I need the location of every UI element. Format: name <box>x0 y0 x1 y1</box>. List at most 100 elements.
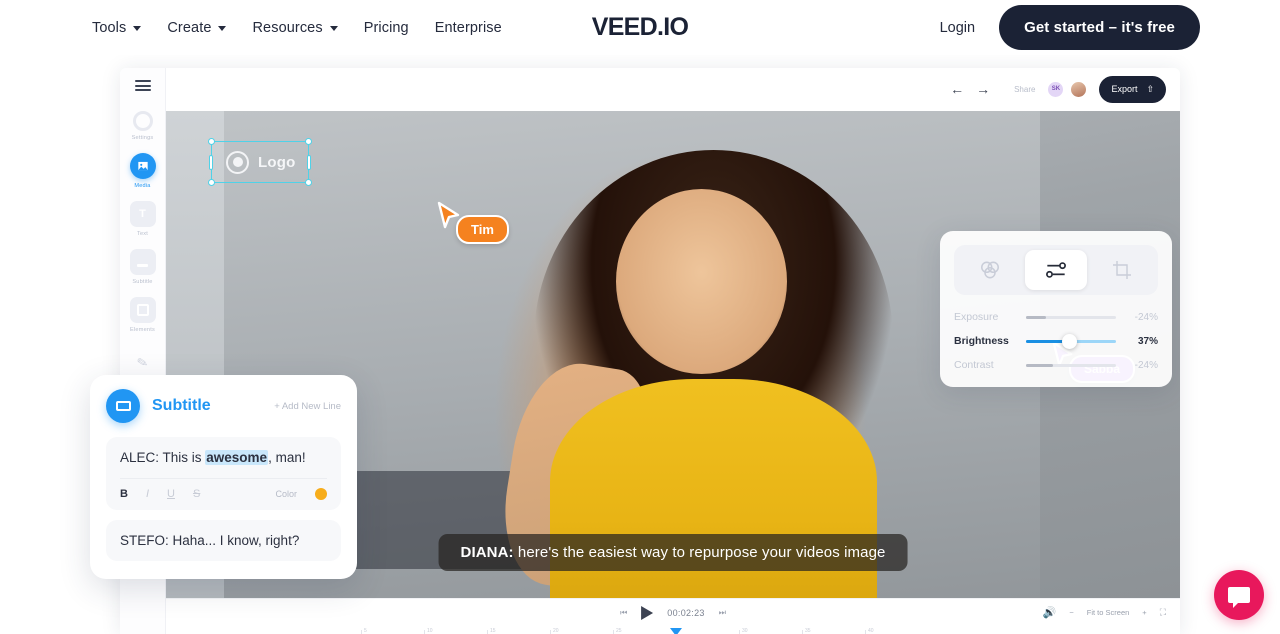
nav-label: Tools <box>92 19 127 36</box>
zoom-out-button[interactable]: − <box>1069 608 1073 617</box>
color-label: Color <box>275 489 297 499</box>
nav-item-create[interactable]: Create <box>167 19 227 36</box>
get-started-button[interactable]: Get started – it's free <box>999 5 1200 50</box>
login-link[interactable]: Login <box>940 20 975 36</box>
skip-forward-icon[interactable]: ⏭ <box>719 608 726 618</box>
sidebar-item-label: Text <box>136 231 149 237</box>
color-swatch[interactable] <box>315 488 327 500</box>
chevron-down-icon <box>218 26 227 31</box>
subtitle-line-card[interactable]: STEFO: Haha... I know, right? <box>106 520 341 561</box>
adjust-row-exposure[interactable]: Exposure -24% <box>954 311 1158 323</box>
sidebar-item-media[interactable]: Media <box>121 153 165 189</box>
sidebar-item-label: Subtitle <box>132 279 153 285</box>
contrast-slider[interactable] <box>1026 363 1116 367</box>
exposure-slider[interactable] <box>1026 315 1116 319</box>
tab-adjust[interactable] <box>1025 250 1087 290</box>
chevron-down-icon <box>329 26 338 31</box>
sidebar-item-subtitle[interactable]: Subtitle <box>121 249 165 285</box>
tab-crop[interactable] <box>1091 250 1153 290</box>
resize-handle[interactable] <box>307 154 311 170</box>
nav-item-resources[interactable]: Resources <box>252 19 338 36</box>
brightness-slider[interactable] <box>1026 333 1116 349</box>
nav-label: Pricing <box>363 19 409 36</box>
veed-logo[interactable]: VEED.IO <box>592 13 689 42</box>
adjust-label: Contrast <box>954 359 994 371</box>
sidebar-item-label: Settings <box>131 135 154 141</box>
sidebar-item-label: Media <box>134 183 151 189</box>
subtitle-editor-panel: Subtitle + Add New Line ALEC: This is aw… <box>90 375 357 579</box>
gear-icon <box>132 111 153 131</box>
resize-handle[interactable] <box>209 154 213 170</box>
slider-knob[interactable] <box>1061 333 1077 349</box>
nav-item-enterprise[interactable]: Enterprise <box>435 20 502 36</box>
underline-button[interactable]: U <box>167 488 175 500</box>
player-transport: ⏮ 00:02:23 ⏭ <box>620 605 726 620</box>
collaborator-name: Tim <box>456 215 509 244</box>
adjust-row-contrast[interactable]: Contrast -24% <box>954 359 1158 371</box>
timeline-ruler[interactable]: 5 10 15 20 25 30 35 40 <box>166 626 1180 634</box>
skip-back-icon[interactable]: ⏮ <box>620 608 627 618</box>
italic-button[interactable]: I <box>146 488 149 500</box>
sliders-adjust-icon <box>1046 262 1066 278</box>
export-button[interactable]: Export ⇧ <box>1099 75 1166 103</box>
sidebar-item-text[interactable]: T Text <box>121 201 165 237</box>
volume-icon[interactable]: 🔊 <box>1043 606 1057 619</box>
subtitle-panel-title: Subtitle <box>152 397 211 414</box>
adjust-row-brightness[interactable]: Brightness 37% <box>954 333 1158 349</box>
pencil-icon[interactable]: ✎ <box>136 354 150 372</box>
resize-handle[interactable] <box>305 179 312 186</box>
resize-handle[interactable] <box>208 138 215 145</box>
subtitle-icon <box>106 389 140 423</box>
editor-toolbar: ← → Share SK Export ⇧ <box>166 68 1180 110</box>
hamburger-menu-icon[interactable] <box>134 80 151 91</box>
nav-item-pricing[interactable]: Pricing <box>364 20 409 36</box>
ruler-tick-label: 5 <box>364 628 367 634</box>
subtitle-line-card[interactable]: ALEC: This is awesome, man! B I U S Colo… <box>106 437 341 510</box>
caption-speaker: DIANA: <box>460 544 514 561</box>
zoom-in-button[interactable]: + <box>1142 608 1146 617</box>
filters-circles-icon <box>981 261 999 279</box>
resize-handle[interactable] <box>208 179 215 186</box>
ruler-tick-label: 30 <box>742 628 748 634</box>
adjust-panel: Exposure -24% Brightness 37% Contrast -2… <box>940 231 1172 387</box>
timeline-playhead[interactable] <box>670 628 682 634</box>
nav-item-tools[interactable]: Tools <box>92 19 142 36</box>
sidebar-item-settings[interactable]: Settings <box>121 111 165 141</box>
bold-button[interactable]: B <box>120 488 128 500</box>
ruler-tick-label: 25 <box>616 628 622 634</box>
slider-fill <box>1026 315 1046 319</box>
player-view-controls: 🔊 − Fit to Screen + ⛶ <box>1043 606 1166 619</box>
play-icon[interactable] <box>641 605 654 620</box>
ruler-tick-label: 15 <box>490 628 496 634</box>
chat-bubble-icon <box>1228 587 1250 608</box>
fullscreen-icon[interactable]: ⛶ <box>1160 607 1166 618</box>
sidebar-item-label: Elements <box>130 327 155 333</box>
video-caption[interactable]: DIANA: here's the easiest way to repurpo… <box>438 534 908 571</box>
tab-filters[interactable] <box>959 250 1021 290</box>
chat-widget-button[interactable] <box>1214 570 1264 620</box>
slider-fill <box>1026 363 1053 367</box>
redo-arrow-icon[interactable]: → <box>976 81 990 97</box>
subtitle-line-suffix: , man! <box>268 450 306 465</box>
avatar[interactable] <box>1070 80 1088 98</box>
logo-element-selection[interactable]: Logo <box>208 138 312 186</box>
ruler-tick-label: 20 <box>553 628 559 634</box>
strikethrough-button[interactable]: S <box>193 488 200 500</box>
undo-arrow-icon[interactable]: ← <box>950 81 964 97</box>
avatar[interactable]: SK <box>1047 80 1065 98</box>
player-timecode: 00:02:23 <box>667 607 705 618</box>
subtitle-line-text[interactable]: ALEC: This is awesome, man! <box>120 450 327 478</box>
nav-label: Resources <box>252 19 323 36</box>
fit-to-screen-button[interactable]: Fit to Screen <box>1087 608 1130 617</box>
timeline[interactable]: 5 10 15 20 25 30 35 40 Image Shape Stick… <box>166 626 1180 634</box>
sidebar-item-elements[interactable]: Elements <box>121 297 165 333</box>
adjust-value: 37% <box>1137 335 1158 347</box>
ruler-tick-label: 10 <box>427 628 433 634</box>
text-icon: T <box>129 201 156 227</box>
caption-text: here's the easiest way to repurpose your… <box>517 544 886 561</box>
resize-handle[interactable] <box>305 138 312 145</box>
add-new-line-button[interactable]: + Add New Line <box>274 401 341 412</box>
nav-label: Create <box>167 19 212 36</box>
share-button[interactable]: Share <box>1014 85 1035 94</box>
player-controls: ⏮ 00:02:23 ⏭ 🔊 − Fit to Screen + ⛶ <box>166 598 1180 626</box>
